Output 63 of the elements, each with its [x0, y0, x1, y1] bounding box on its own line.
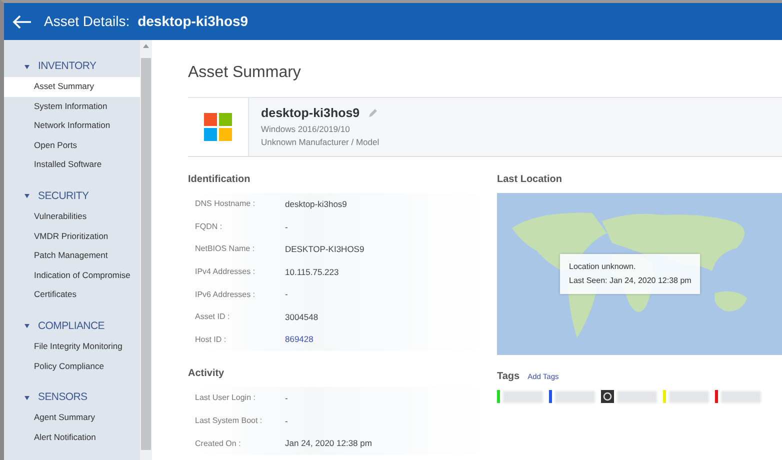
tooltip-text: Last Seen: Jan 24, 2020 12:38 pm — [569, 275, 692, 287]
sidebar-item[interactable]: Indication of Compromise — [4, 266, 140, 286]
section-header[interactable]: SENSORS — [38, 390, 88, 406]
sidebar-item[interactable]: File Integrity Monitoring — [4, 336, 140, 357]
sidebar-item[interactable]: Open Ports — [4, 136, 140, 156]
blurred-tag — [669, 390, 709, 402]
field-value: - — [285, 414, 288, 428]
sidebar-item[interactable]: Vulnerabilities — [4, 206, 140, 227]
field-label: Last User Login : — [195, 392, 256, 404]
field-label: Host ID : — [195, 334, 228, 346]
blurred-tag — [555, 390, 595, 402]
field-value: 10.115.75.223 — [285, 266, 339, 278]
field-value: - — [285, 288, 288, 302]
sidebar-item[interactable]: System Information — [4, 96, 140, 116]
section-title: Activity — [188, 367, 226, 382]
sidebar-item[interactable]: Asset Summary — [4, 77, 140, 97]
field-label: Asset ID : — [195, 311, 231, 324]
sidebar-item[interactable]: Policy Compliance — [4, 356, 140, 376]
field-value: DESKTOP-KI3HOS9 — [285, 243, 364, 256]
back-arrow-icon[interactable] — [12, 14, 32, 28]
host-id-link[interactable]: 869428 — [285, 333, 314, 346]
blurred-tag — [721, 390, 761, 402]
section-header[interactable]: COMPLIANCE — [38, 319, 104, 335]
scrollbar[interactable] — [140, 40, 152, 460]
caret-icon[interactable] — [24, 194, 30, 200]
tooltip-text: Location unknown. — [569, 261, 637, 273]
sidebar-item[interactable]: Agent Summary — [4, 408, 140, 428]
sidebar-item[interactable]: VMDR Prioritization — [4, 226, 140, 246]
field-label: IPv6 Addresses : — [195, 288, 256, 301]
caret-icon[interactable] — [24, 64, 30, 70]
blurred-tag — [617, 390, 657, 402]
sidebar-item[interactable]: Network Information — [4, 116, 140, 136]
windows-logo-icon — [204, 113, 232, 141]
field-value: - — [285, 392, 288, 405]
asset-manufacturer: Unknown Manufacturer / Model — [261, 136, 380, 149]
sidebar-item[interactable]: Certificates — [4, 285, 140, 305]
field-label: IPv4 Addresses : — [195, 266, 256, 278]
caret-icon[interactable] — [24, 324, 30, 330]
field-value: - — [285, 220, 288, 234]
sidebar-item[interactable]: Installed Software — [4, 155, 140, 175]
section-title: Identification — [188, 173, 252, 187]
page-title: Asset Summary — [188, 63, 302, 83]
asset-name: desktop-ki3hos9 — [261, 105, 360, 122]
blurred-tag — [503, 390, 543, 402]
field-value: 3004548 — [285, 310, 318, 324]
section-header[interactable]: INVENTORY — [38, 59, 96, 75]
asset-os: Windows 2016/2019/10 — [261, 122, 351, 136]
section-header[interactable]: SECURITY — [38, 189, 89, 205]
field-value: desktop-ki3hos9 — [285, 198, 347, 211]
sidebar-item[interactable]: Patch Management — [4, 246, 140, 266]
page-header-label: Asset Details: — [44, 12, 130, 31]
field-label: DNS Hostname : — [195, 198, 256, 210]
asset-name-header: desktop-ki3hos9 — [138, 12, 248, 31]
field-label: Created On : — [195, 438, 242, 450]
caret-icon[interactable] — [24, 396, 30, 401]
sidebar-item[interactable]: Alert Notification — [4, 428, 140, 448]
field-value: Jan 24, 2020 12:38 pm — [285, 437, 372, 450]
tag-icon — [601, 390, 614, 403]
field-label: NetBIOS Name : — [195, 243, 256, 256]
section-title: Last Location — [497, 173, 564, 187]
field-label: FQDN : — [195, 220, 224, 233]
field-label: Last System Boot : — [195, 415, 264, 428]
section-title: Tags — [497, 370, 520, 384]
